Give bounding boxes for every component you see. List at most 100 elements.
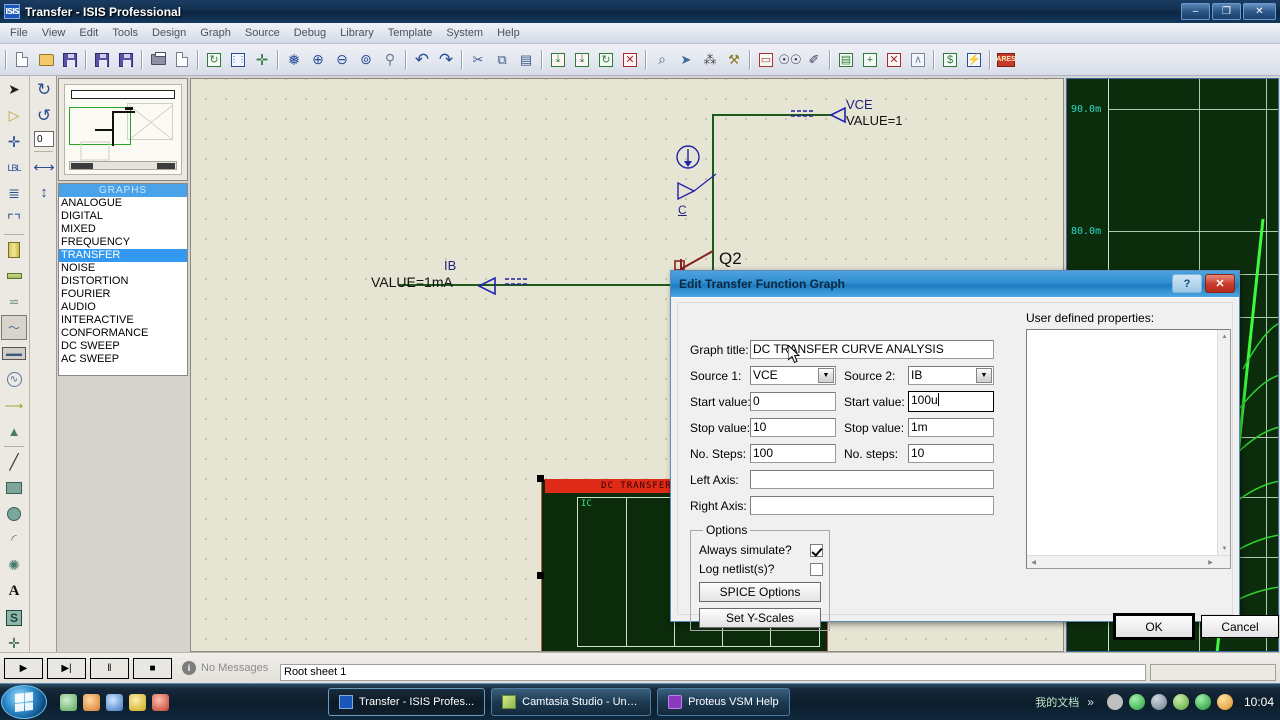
- sheet-name-field[interactable]: Root sheet 1: [280, 664, 1146, 681]
- refresh-icon[interactable]: ↻: [203, 49, 225, 71]
- graph-type-transfer[interactable]: TRANSFER: [59, 249, 187, 262]
- windows-start-icon[interactable]: [1, 685, 47, 719]
- property-search-icon[interactable]: ☉☉: [778, 49, 801, 71]
- text-script-tool[interactable]: ≣: [1, 181, 27, 206]
- auto-annotate-icon[interactable]: ✐: [803, 49, 825, 71]
- wire-label-icon[interactable]: ▭: [755, 49, 777, 71]
- tray-icon-volume[interactable]: [1172, 694, 1189, 710]
- tray-overflow-icon[interactable]: »: [1087, 695, 1094, 709]
- always-simulate-checkbox[interactable]: [810, 543, 823, 557]
- edit-transfer-function-graph-dialog[interactable]: Edit Transfer Function Graph ? ✕ Graph t…: [670, 270, 1279, 638]
- copy-icon[interactable]: ⧉: [491, 49, 513, 71]
- graph-type-dc-sweep[interactable]: DC SWEEP: [59, 340, 187, 353]
- netlist-icon[interactable]: +: [859, 49, 881, 71]
- quicklaunch-icon-2[interactable]: [83, 693, 100, 711]
- paste-icon[interactable]: ▤: [515, 49, 537, 71]
- menu-item-file[interactable]: File: [3, 25, 35, 41]
- pause-button[interactable]: ‖: [90, 657, 129, 679]
- wire-label-tool[interactable]: LBL: [1, 155, 27, 180]
- menu-item-debug[interactable]: Debug: [287, 25, 333, 41]
- cancel-button[interactable]: Cancel: [1201, 615, 1279, 638]
- tray-icon-update[interactable]: [1194, 694, 1211, 710]
- tray-icon-folder[interactable]: [1216, 694, 1233, 710]
- terminals-mode-tool[interactable]: [1, 263, 27, 288]
- scroll-down-icon[interactable]: ▼: [1219, 543, 1230, 554]
- horizontal-scrollbar[interactable]: ◀ ▶: [1027, 555, 1230, 568]
- selection-mode-tool[interactable]: ➤: [1, 77, 27, 102]
- spice-options-button[interactable]: SPICE Options: [699, 582, 821, 602]
- resize-handle-w[interactable]: [537, 572, 544, 579]
- tray-icon-1[interactable]: [1106, 694, 1123, 710]
- message-area[interactable]: i No Messages: [182, 661, 268, 675]
- graph-title-input[interactable]: DC TRANSFER CURVE ANALYSIS: [750, 340, 994, 359]
- menu-item-source[interactable]: Source: [238, 25, 287, 41]
- print-icon[interactable]: [147, 49, 169, 71]
- graph-type-noise[interactable]: NOISE: [59, 262, 187, 275]
- steps1-input[interactable]: 100: [750, 444, 836, 463]
- taskbar-item-proteus-help[interactable]: Proteus VSM Help: [657, 688, 790, 716]
- taskbar-item-camtasia[interactable]: Camtasia Studio - Unti...: [491, 688, 652, 716]
- import-section-icon[interactable]: [91, 49, 113, 71]
- rotation-angle-input[interactable]: 0: [31, 129, 57, 149]
- scroll-up-icon[interactable]: ▲: [1219, 331, 1230, 342]
- graph-type-interactive[interactable]: INTERACTIVE: [59, 314, 187, 327]
- junction-dot-tool[interactable]: ✛: [1, 129, 27, 154]
- mirror-vertical-button[interactable]: ↕: [31, 180, 57, 205]
- left-axis-input[interactable]: [750, 470, 994, 489]
- mirror-horizontal-button[interactable]: ⟷: [31, 154, 57, 179]
- menu-item-template[interactable]: Template: [381, 25, 440, 41]
- undo-icon[interactable]: ↶: [411, 49, 433, 71]
- zoom-area-icon[interactable]: ⚲: [379, 49, 401, 71]
- stop2-input[interactable]: 1m: [908, 418, 994, 437]
- close-button[interactable]: ✕: [1243, 3, 1276, 20]
- open-file-icon[interactable]: [35, 49, 57, 71]
- menu-item-library[interactable]: Library: [333, 25, 381, 41]
- bus-tool[interactable]: ⌜⌝: [1, 207, 27, 232]
- zoom-out-icon[interactable]: ⊖: [331, 49, 353, 71]
- path-tool[interactable]: ✺: [1, 553, 27, 578]
- menu-item-help[interactable]: Help: [490, 25, 527, 41]
- graph-type-mixed[interactable]: MIXED: [59, 223, 187, 236]
- stop-button[interactable]: ■: [133, 657, 172, 679]
- cut-icon[interactable]: ✂: [467, 49, 489, 71]
- source1-select[interactable]: VCE ▼: [750, 366, 836, 385]
- zoom-all-icon[interactable]: ⊚: [355, 49, 377, 71]
- zoom-in-icon[interactable]: ⊕: [307, 49, 329, 71]
- virtual-instrument-tool[interactable]: ▲: [1, 419, 27, 444]
- menu-item-edit[interactable]: Edit: [72, 25, 105, 41]
- subcircuit-tool[interactable]: [1, 237, 27, 262]
- start1-input[interactable]: 0: [750, 392, 836, 411]
- menu-item-system[interactable]: System: [439, 25, 490, 41]
- redo-icon[interactable]: ↷: [435, 49, 457, 71]
- menu-item-graph[interactable]: Graph: [193, 25, 238, 41]
- bill-of-materials-icon[interactable]: $: [939, 49, 961, 71]
- erc-icon[interactable]: ▤: [835, 49, 857, 71]
- set-y-scales-button[interactable]: Set Y-Scales: [699, 608, 821, 628]
- steps2-input[interactable]: 10: [908, 444, 994, 463]
- quicklaunch-icon-3[interactable]: [106, 693, 123, 711]
- chevron-down-icon[interactable]: ▼: [976, 368, 992, 383]
- menu-item-design[interactable]: Design: [145, 25, 193, 41]
- taskbar-item-isis[interactable]: Transfer - ISIS Profes...: [328, 688, 486, 716]
- quicklaunch-icon-1[interactable]: [60, 693, 77, 711]
- taskbar-clock[interactable]: 10:04: [1244, 695, 1274, 709]
- electrical-rules-icon[interactable]: ⚡: [963, 49, 985, 71]
- make-device-icon[interactable]: ➤: [675, 49, 697, 71]
- graph-type-fourier[interactable]: FOURIER: [59, 288, 187, 301]
- new-file-icon[interactable]: [11, 49, 33, 71]
- grid-toggle-icon[interactable]: ⋮⋮: [227, 49, 249, 71]
- voltage-probe-tool[interactable]: ⟶: [1, 393, 27, 418]
- device-pin-tool[interactable]: ⋍: [1, 289, 27, 314]
- origin-icon[interactable]: ✛: [251, 49, 273, 71]
- circle-tool[interactable]: [1, 501, 27, 526]
- ares-icon[interactable]: ARES: [995, 49, 1017, 71]
- start2-input[interactable]: 100u: [908, 391, 994, 412]
- graph-type-analogue[interactable]: ANALOGUE: [59, 197, 187, 210]
- vertical-scrollbar[interactable]: ▲ ▼: [1217, 330, 1230, 555]
- graph-type-digital[interactable]: DIGITAL: [59, 210, 187, 223]
- minimize-button[interactable]: –: [1181, 3, 1210, 20]
- ok-button[interactable]: OK: [1115, 615, 1193, 638]
- print-area-icon[interactable]: [171, 49, 193, 71]
- block-copy-icon[interactable]: ⤓: [547, 49, 569, 71]
- dialog-close-button[interactable]: ✕: [1205, 274, 1235, 293]
